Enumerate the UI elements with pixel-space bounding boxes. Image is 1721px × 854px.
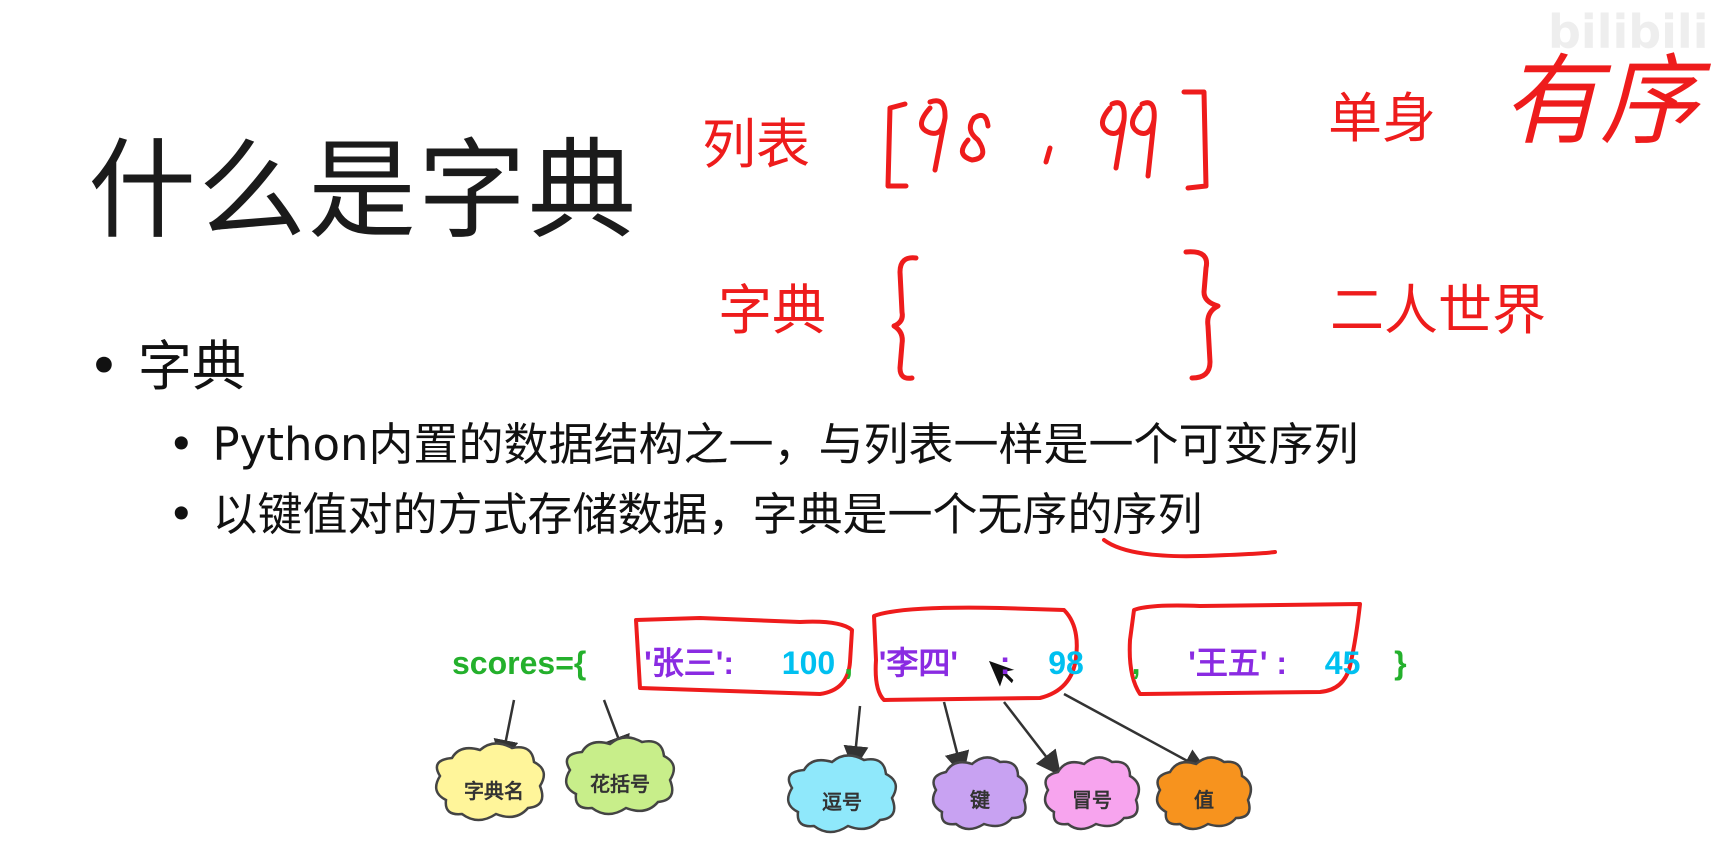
bullet-level1-text: 字典 — [137, 335, 246, 398]
annotation-ordered-label: 有序 — [1502, 45, 1699, 159]
code-value-3: 45 — [1324, 645, 1361, 681]
code-colon: : — [999, 645, 1011, 681]
cloud-label-colon: 冒号 — [1072, 788, 1112, 812]
bullet-dot: • — [168, 488, 195, 541]
code-comma-2: , — [1131, 645, 1141, 681]
bullet-level1: • 字典 — [88, 322, 246, 401]
bullet-dot: • — [88, 335, 120, 398]
slide-title: 什么是字典 — [88, 129, 639, 254]
code-key-2: '李四' — [878, 645, 958, 681]
code-key-3: '王五' : — [1188, 645, 1288, 681]
code-comma-1: , — [844, 645, 853, 681]
code-value-2: 98 — [1048, 645, 1084, 681]
cloud-label-brace: 花括号 — [590, 772, 650, 796]
code-value-1: 100 — [781, 645, 836, 681]
handwritten-braces — [891, 249, 1221, 381]
bullet-level2-second: • 以键值对的方式存储数据，字典是一个无序的序列 — [168, 478, 1203, 543]
cloud-label-key: 键 — [970, 788, 990, 812]
bullet-dot: • — [168, 418, 195, 471]
cloud-label-dict-name: 字典名 — [464, 779, 524, 803]
bullet-level2-first: • Python内置的数据结构之一，与列表一样是一个可变序列 — [168, 408, 1359, 473]
bullet-level2-text: Python内置的数据结构之一，与列表一样是一个可变序列 — [212, 418, 1359, 471]
cloud-label-comma: 逗号 — [822, 790, 862, 814]
code-key-1: '张三': — [644, 645, 734, 681]
bullet-level2-text: 以键值对的方式存储数据，字典是一个无序的序列 — [212, 488, 1203, 541]
annotation-list-label: 列表 — [702, 113, 810, 176]
annotation-single-label: 单身 — [1328, 87, 1436, 150]
code-example: scores={ '张三': 100 , '李四' : 98 , '王五' : … — [452, 638, 1407, 684]
handwritten-list-example — [885, 89, 1209, 191]
code-dict-name: scores={ — [452, 645, 587, 681]
annotation-dict-label: 字典 — [718, 279, 826, 342]
annotation-couple-label: 二人世界 — [1330, 279, 1546, 342]
code-close-brace: } — [1394, 645, 1407, 681]
cloud-label-value: 值 — [1194, 788, 1214, 812]
